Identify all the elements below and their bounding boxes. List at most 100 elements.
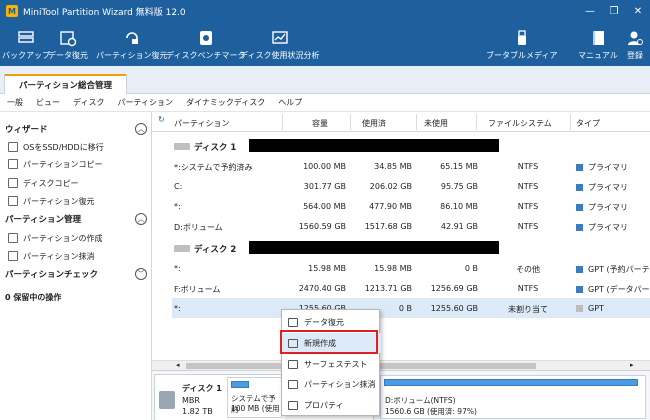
horizontal-scrollbar[interactable]: ◂ ▸ xyxy=(152,360,650,370)
cell-unused: 0 B xyxy=(464,264,478,273)
cell-unused: 95.75 GB xyxy=(440,182,478,191)
menu-dynamic-disk[interactable]: ダイナミックディスク xyxy=(186,97,265,108)
eraser-icon xyxy=(288,379,298,389)
cell-partition: *: xyxy=(174,304,181,313)
window-title: MiniTool Partition Wizard 無料版 12.0 xyxy=(23,7,186,18)
copy-disk-icon xyxy=(8,178,18,188)
context-menu: データ復元 新規作成 サーフェステスト パーティション抹消 プロパティ xyxy=(281,309,381,416)
disk-1-header[interactable]: ディスク 1 xyxy=(172,136,650,156)
context-item-properties[interactable]: プロパティ xyxy=(282,395,381,415)
menu-general[interactable]: 一般 xyxy=(7,97,23,108)
data-recovery-button[interactable]: データ復元 xyxy=(48,22,88,66)
cell-partition: *: xyxy=(174,264,181,273)
surface-test-icon xyxy=(288,359,298,369)
disk-map-segment-reserved[interactable]: システムで予約 100 MB (使用 xyxy=(227,377,282,418)
menu-view[interactable]: ビュー xyxy=(36,97,60,108)
cell-unused: 65.15 MB xyxy=(440,162,478,171)
table-row[interactable]: *: 15.98 MB 15.98 MB 0 B その他 GPT (予約パーティ xyxy=(172,258,650,278)
bootable-media-button[interactable]: ブータブルメディア xyxy=(486,22,557,66)
cell-filesystem: NTFS xyxy=(517,284,539,293)
type-color-icon xyxy=(576,224,583,231)
app-logo-icon: M xyxy=(6,5,18,17)
col-unused[interactable]: 未使用 xyxy=(424,118,448,129)
sidebar-item-wipe-partition[interactable]: パーティション抹消 xyxy=(8,248,95,264)
col-type[interactable]: タイプ xyxy=(576,118,600,129)
cell-capacity: 15.98 MB xyxy=(308,264,346,273)
table-row[interactable]: *:システムで予約済み 100.00 MB 34.85 MB 65.15 MB NTFS… xyxy=(172,156,650,176)
sidebar-item-copy-disk[interactable]: ディスクコピー xyxy=(8,175,78,191)
type-color-icon xyxy=(576,204,583,211)
table-row[interactable]: *: 564.00 MB 477.90 MB 86.10 MB NTFS プライマリ xyxy=(172,196,650,216)
table-row[interactable]: *:1255.60 GB0 B1255.60 GB未割り当てGPT xyxy=(172,298,650,318)
cell-filesystem: 未割り当て xyxy=(508,305,548,314)
cell-partition: *:システムで予約済み xyxy=(174,163,253,172)
cell-used: 477.90 MB xyxy=(369,202,412,211)
sidebar-section-wizard[interactable]: ウィザード ︿ xyxy=(0,120,152,138)
table-row[interactable]: C: 301.77 GB 206.02 GB 95.75 GB NTFS プライマリ xyxy=(172,176,650,196)
context-item-surface-test[interactable]: サーフェステスト xyxy=(282,354,381,374)
col-used[interactable]: 使用済 xyxy=(362,118,386,129)
cell-type: プライマリ xyxy=(576,202,650,213)
sidebar-section-partition-check[interactable]: パーティションチェック ﹀ xyxy=(0,265,152,283)
register-button[interactable]: 登録 xyxy=(626,22,644,66)
menu-help[interactable]: ヘルプ xyxy=(278,97,302,108)
minimize-button[interactable]: — xyxy=(578,0,602,22)
highlight-box xyxy=(280,330,378,354)
partition-recovery-icon xyxy=(125,32,138,44)
create-icon xyxy=(8,233,18,243)
sidebar-item-partition-recovery[interactable]: パーティション復元 xyxy=(8,193,95,209)
menu-partition[interactable]: パーティション xyxy=(117,97,173,108)
data-recovery-icon xyxy=(60,31,77,47)
title-bar: M MiniTool Partition Wizard 無料版 12.0 — ❐… xyxy=(0,0,650,22)
eraser-icon xyxy=(8,251,18,261)
disk-2-header[interactable]: ディスク 2 xyxy=(172,238,650,258)
space-analyzer-button[interactable]: ディスク使用状況分析 xyxy=(240,22,319,66)
sidebar-item-copy-partition[interactable]: パーティションコピー xyxy=(8,156,103,172)
cell-unused: 1256.69 GB xyxy=(430,284,478,293)
menu-disk[interactable]: ディスク xyxy=(73,97,104,108)
main-toolbar: バックアップ データ復元 パーティション復元 ディスクベンチマーク ディスク使用… xyxy=(0,22,650,66)
cell-type: GPT (予約パーティ xyxy=(576,264,650,275)
backup-button[interactable]: バックアップ xyxy=(2,22,50,66)
chevron-down-icon[interactable]: ﹀ xyxy=(135,268,147,280)
cell-filesystem: NTFS xyxy=(517,222,539,231)
partition-recovery-button[interactable]: パーティション復元 xyxy=(96,22,168,66)
manual-icon xyxy=(592,31,604,45)
cell-partition: F:ボリューム xyxy=(174,285,221,294)
cell-partition: *: xyxy=(174,202,181,211)
context-item-data-recovery[interactable]: データ復元 xyxy=(282,312,381,332)
close-button[interactable]: ✕ xyxy=(626,0,650,22)
cell-type: プライマリ xyxy=(576,162,650,173)
manual-button[interactable]: マニュアル xyxy=(578,22,618,66)
copy-partition-icon xyxy=(8,159,18,169)
col-capacity[interactable]: 容量 xyxy=(312,118,328,129)
col-partition[interactable]: パーティション xyxy=(174,118,230,129)
cell-filesystem: その他 xyxy=(516,265,540,274)
redacted-bar xyxy=(249,241,499,254)
context-item-wipe-partition[interactable]: パーティション抹消 xyxy=(282,374,381,394)
cell-filesystem: NTFS xyxy=(517,162,539,171)
sidebar-section-partition-management[interactable]: パーティション管理 ︿ xyxy=(0,210,152,228)
sidebar-item-migrate-os[interactable]: OSをSSD/HDDに移行 xyxy=(8,139,104,155)
space-analyzer-icon xyxy=(272,31,288,44)
disk-benchmark-button[interactable]: ディスクベンチマーク xyxy=(166,22,245,66)
col-filesystem[interactable]: ファイルシステム xyxy=(488,118,552,129)
tab-partition-management[interactable]: パーティション総合管理 xyxy=(4,74,127,94)
cell-capacity: 100.00 MB xyxy=(303,162,346,171)
table-row[interactable]: F:ボリューム 2470.40 GB 1213.71 GB 1256.69 GB NTF… xyxy=(172,278,650,298)
disk-icon xyxy=(174,143,190,150)
cell-used: 15.98 MB xyxy=(374,264,412,273)
sidebar-item-create-partition[interactable]: パーティションの作成 xyxy=(8,230,103,246)
disk-map-segment-d[interactable]: D:ボリューム(NTFS) 1560.6 GB (使用済: 97%) xyxy=(380,375,646,419)
cell-filesystem: NTFS xyxy=(517,182,539,191)
chevron-up-icon[interactable]: ︿ xyxy=(135,123,147,135)
refresh-icon[interactable]: ↻ xyxy=(158,115,170,127)
migrate-icon xyxy=(8,142,18,152)
pending-operations: 0 保留中の操作 xyxy=(5,292,62,302)
properties-icon xyxy=(288,400,298,410)
scroll-left-icon[interactable]: ◂ xyxy=(176,361,180,369)
scroll-right-icon[interactable]: ▸ xyxy=(630,361,634,369)
chevron-up-icon[interactable]: ︿ xyxy=(135,213,147,225)
maximize-button[interactable]: ❐ xyxy=(602,0,626,22)
table-row[interactable]: D:ボリューム 1560.59 GB 1517.68 GB 42.91 GB NTFS プ… xyxy=(172,216,650,236)
